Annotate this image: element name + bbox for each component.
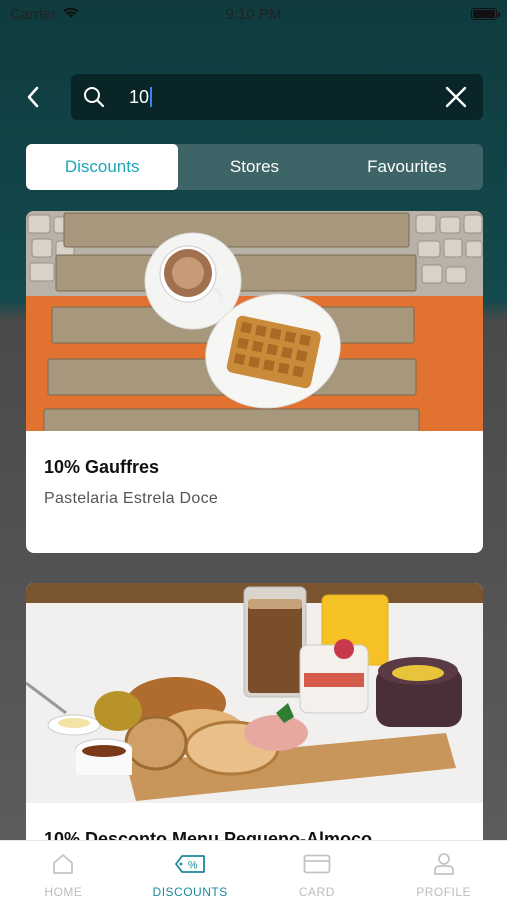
nav-home[interactable]: HOME [0, 841, 127, 900]
back-button[interactable] [18, 82, 48, 112]
chevron-left-icon [27, 86, 39, 108]
discount-tag-icon: % [174, 851, 206, 877]
wifi-icon [62, 6, 80, 23]
bottom-navigation: HOME % DISCOUNTS CARD PROFILE [0, 840, 507, 900]
nav-card-label: CARD [298, 885, 335, 899]
nav-discounts-label: DISCOUNTS [152, 885, 228, 899]
carrier-label: Carrier [10, 5, 56, 23]
discount-card[interactable]: 10% Desconto Menu Pequeno-Almoço [26, 583, 483, 883]
breakfast-spread-photo [26, 583, 483, 803]
discount-title: 10% Gauffres [44, 457, 160, 477]
text-caret [150, 87, 153, 107]
search-input-value: 10 [129, 86, 150, 107]
segmented-tabs: Discounts Stores Favourites [26, 144, 483, 190]
status-bar: Carrier 9:10 PM [0, 0, 507, 28]
nav-profile[interactable]: PROFILE [380, 841, 507, 900]
search-bar[interactable]: 10 [71, 74, 483, 120]
svg-text:%: % [188, 860, 198, 872]
search-input[interactable]: 10 [129, 87, 441, 108]
nav-profile-label: PROFILE [416, 885, 472, 899]
card-icon [303, 851, 331, 877]
status-left: Carrier [10, 6, 80, 23]
close-icon [445, 86, 467, 108]
status-time: 9:10 PM [225, 5, 282, 23]
tab-discounts[interactable]: Discounts [26, 144, 179, 190]
home-icon [51, 851, 75, 877]
store-name: Pastelaria Estrela Doce [44, 490, 219, 507]
clear-search-button[interactable] [441, 82, 471, 112]
nav-home-label: HOME [44, 885, 83, 899]
profile-icon [432, 851, 456, 877]
waffle-coffee-photo [26, 211, 483, 431]
battery-icon [471, 8, 500, 20]
nav-discounts[interactable]: % DISCOUNTS [127, 841, 254, 900]
search-icon [83, 85, 107, 109]
nav-card[interactable]: CARD [254, 841, 381, 900]
tab-favourites[interactable]: Favourites [331, 144, 483, 190]
discount-card[interactable]: 10% Gauffres Pastelaria Estrela Doce [26, 211, 483, 553]
tab-stores[interactable]: Stores [178, 144, 330, 190]
